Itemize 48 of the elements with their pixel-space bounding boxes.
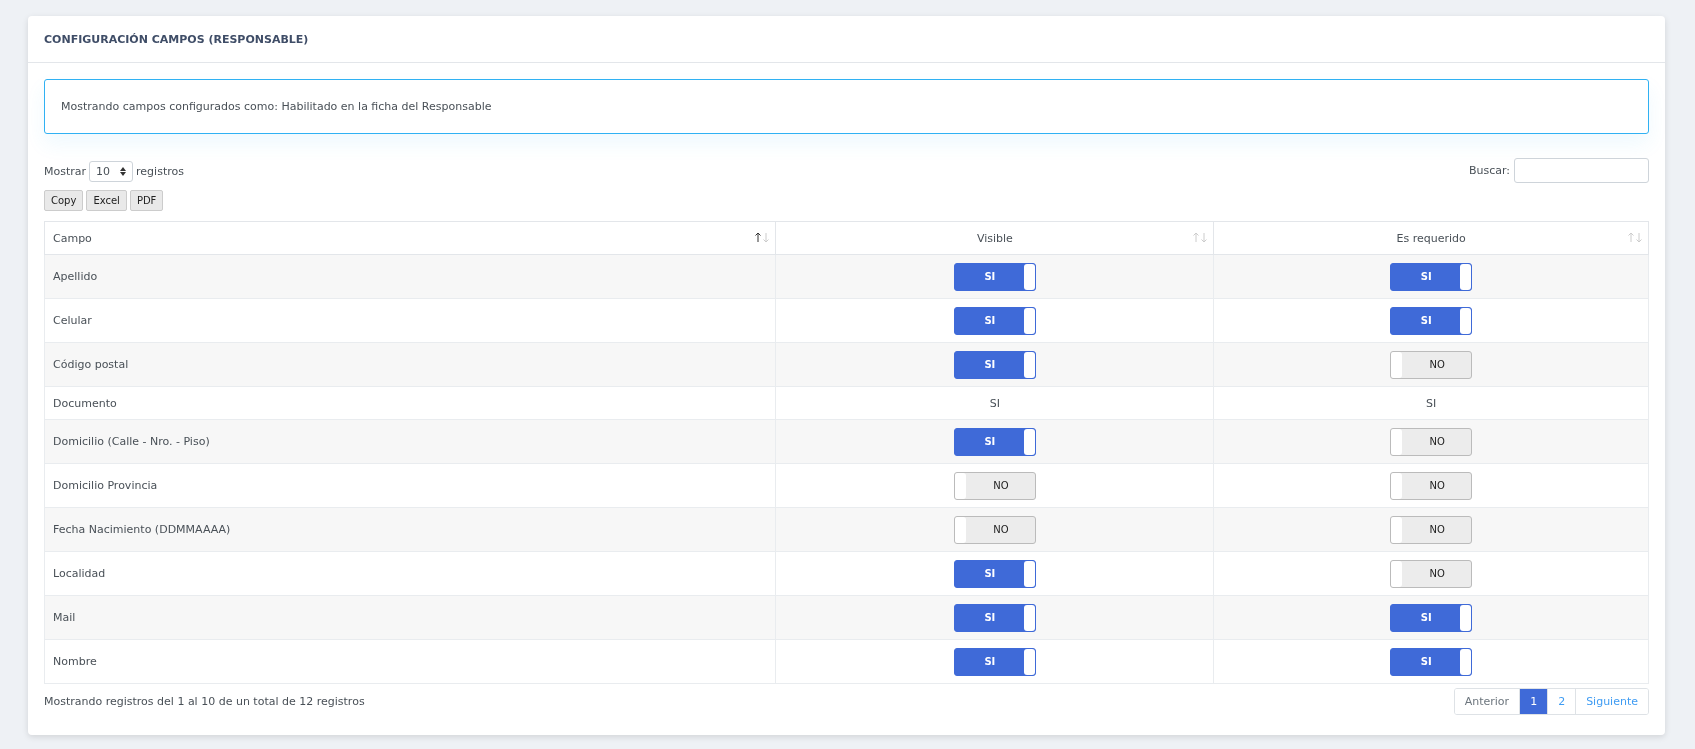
- table-cell: Mail: [44, 595, 776, 640]
- toggle-switch[interactable]: SI: [953, 647, 1036, 676]
- table-cell: Celular: [44, 298, 776, 343]
- export-button[interactable]: Copy: [44, 190, 84, 211]
- search-field[interactable]: [1514, 158, 1649, 183]
- toggle-switch[interactable]: NO: [1390, 559, 1473, 588]
- sort-caret-icon: [120, 166, 127, 176]
- toggle-switch[interactable]: NO: [1390, 427, 1473, 456]
- cell-text: SI: [989, 396, 1000, 410]
- toggle-switch[interactable]: SI: [1390, 603, 1473, 632]
- table-cell: Nombre: [44, 639, 776, 684]
- export-button[interactable]: Excel: [86, 190, 127, 211]
- length-label: Mostrar: [44, 164, 87, 178]
- cell-text: SI: [1426, 396, 1437, 410]
- export-button[interactable]: PDF: [129, 190, 164, 211]
- column-header[interactable]: Visible: [775, 221, 1214, 255]
- table-cell: Localidad: [44, 551, 776, 596]
- column-header[interactable]: Es requerido: [1213, 221, 1649, 255]
- toggle-switch[interactable]: SI: [1390, 647, 1473, 676]
- toggle-switch[interactable]: NO: [1390, 515, 1473, 544]
- toggle-switch[interactable]: SI: [1390, 262, 1473, 291]
- card-title: CONFIGURACIÓN CAMPOS (RESPONSABLE): [44, 32, 309, 46]
- table-cell: Código postal: [44, 342, 776, 387]
- table-info: Mostrando registros del 1 al 10 de un total de 12 registros: [44, 695, 365, 708]
- toggle-switch[interactable]: SI: [1390, 306, 1473, 335]
- length-select[interactable]: 10: [89, 160, 134, 182]
- toggle-switch[interactable]: NO: [953, 515, 1036, 544]
- info-alert: Mostrando campos configurados como: Habilitado en la ficha del Responsable: [44, 79, 1649, 134]
- toggle-switch[interactable]: SI: [953, 306, 1036, 335]
- toggle-switch[interactable]: SI: [953, 427, 1036, 456]
- toggle-switch[interactable]: SI: [953, 350, 1036, 379]
- table-cell: Domicilio Provincia: [44, 463, 776, 508]
- table-cell: Fecha Nacimiento (DDMMAAAA): [44, 507, 776, 552]
- table-cell: Apellido: [44, 254, 776, 299]
- toggle-switch[interactable]: NO: [1390, 471, 1473, 500]
- toggle-switch[interactable]: NO: [1390, 350, 1473, 379]
- table-cell: Documento: [44, 386, 776, 420]
- search-label: Buscar:: [1468, 164, 1510, 177]
- toggle-switch[interactable]: SI: [953, 603, 1036, 632]
- table-cell: Domicilio (Calle - Nro. - Piso): [44, 419, 776, 464]
- sort-icon[interactable]: [755, 232, 770, 243]
- page-link[interactable]: Siguiente: [1575, 689, 1648, 714]
- length-label: registros: [136, 164, 184, 178]
- toggle-switch[interactable]: SI: [953, 262, 1036, 291]
- toggle-switch[interactable]: SI: [953, 559, 1036, 588]
- column-header[interactable]: Campo: [44, 221, 776, 255]
- toggle-switch[interactable]: NO: [953, 471, 1036, 500]
- page-link[interactable]: 1: [1519, 689, 1548, 714]
